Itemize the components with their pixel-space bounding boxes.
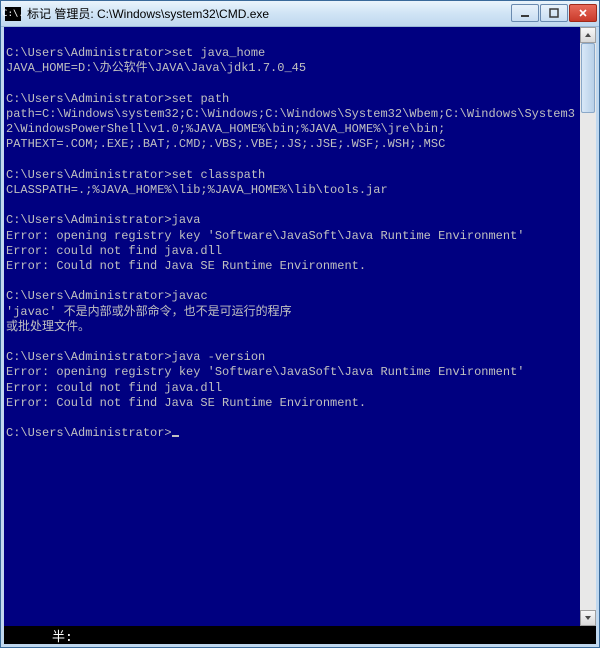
output-line: Error: Could not find Java SE Runtime En… xyxy=(6,259,366,273)
output-line: 'javac' 不是内部或外部命令，也不是可运行的程序 xyxy=(6,305,292,319)
titlebar[interactable]: C:\. 标记 管理员: C:\Windows\system32\CMD.exe xyxy=(1,1,599,27)
command-text: javac xyxy=(172,289,208,303)
prompt: C:\Users\Administrator> xyxy=(6,46,172,60)
output-line: CLASSPATH=.;%JAVA_HOME%\lib;%JAVA_HOME%\… xyxy=(6,183,388,197)
chevron-up-icon xyxy=(584,31,592,39)
cursor xyxy=(172,435,179,437)
ime-status-text: 半: xyxy=(52,626,73,645)
command-text: java -version xyxy=(172,350,266,364)
output-line: Error: could not find java.dll xyxy=(6,381,222,395)
scroll-track[interactable] xyxy=(580,43,596,610)
output-line: Error: Could not find Java SE Runtime En… xyxy=(6,396,366,410)
scroll-up-button[interactable] xyxy=(580,27,596,43)
command-text: java xyxy=(172,213,201,227)
minimize-button[interactable] xyxy=(511,4,539,22)
client-area: C:\Users\Administrator>set java_home JAV… xyxy=(1,27,599,647)
prompt: C:\Users\Administrator> xyxy=(6,213,172,227)
prompt: C:\Users\Administrator> xyxy=(6,168,172,182)
prompt: C:\Users\Administrator> xyxy=(6,426,172,440)
command-text: set java_home xyxy=(172,46,266,60)
scroll-thumb[interactable] xyxy=(581,43,595,113)
scroll-down-button[interactable] xyxy=(580,610,596,626)
close-button[interactable] xyxy=(569,4,597,22)
console-output[interactable]: C:\Users\Administrator>set java_home JAV… xyxy=(4,27,580,626)
prompt: C:\Users\Administrator> xyxy=(6,350,172,364)
prompt: C:\Users\Administrator> xyxy=(6,92,172,106)
output-line: Error: could not find java.dll xyxy=(6,244,222,258)
chevron-down-icon xyxy=(584,614,592,622)
output-line: Error: opening registry key 'Software\Ja… xyxy=(6,229,524,243)
command-text: set path xyxy=(172,92,230,106)
output-line: Error: opening registry key 'Software\Ja… xyxy=(6,365,524,379)
prompt: C:\Users\Administrator> xyxy=(6,289,172,303)
ime-status-bar: 半: xyxy=(4,626,596,644)
window-title: 标记 管理员: C:\Windows\system32\CMD.exe xyxy=(27,5,510,22)
console-wrap: C:\Users\Administrator>set java_home JAV… xyxy=(4,27,596,626)
output-line: path=C:\Windows\system32;C:\Windows;C:\W… xyxy=(6,107,575,136)
output-line: JAVA_HOME=D:\办公软件\JAVA\Java\jdk1.7.0_45 xyxy=(6,61,306,75)
vertical-scrollbar[interactable] xyxy=(580,27,596,626)
cmd-window: C:\. 标记 管理员: C:\Windows\system32\CMD.exe… xyxy=(0,0,600,648)
command-text: set classpath xyxy=(172,168,266,182)
window-controls xyxy=(510,4,597,24)
output-line: PATHEXT=.COM;.EXE;.BAT;.CMD;.VBS;.VBE;.J… xyxy=(6,137,445,151)
cmd-icon: C:\. xyxy=(5,7,21,21)
output-line: 或批处理文件。 xyxy=(6,320,90,334)
maximize-button[interactable] xyxy=(540,4,568,22)
